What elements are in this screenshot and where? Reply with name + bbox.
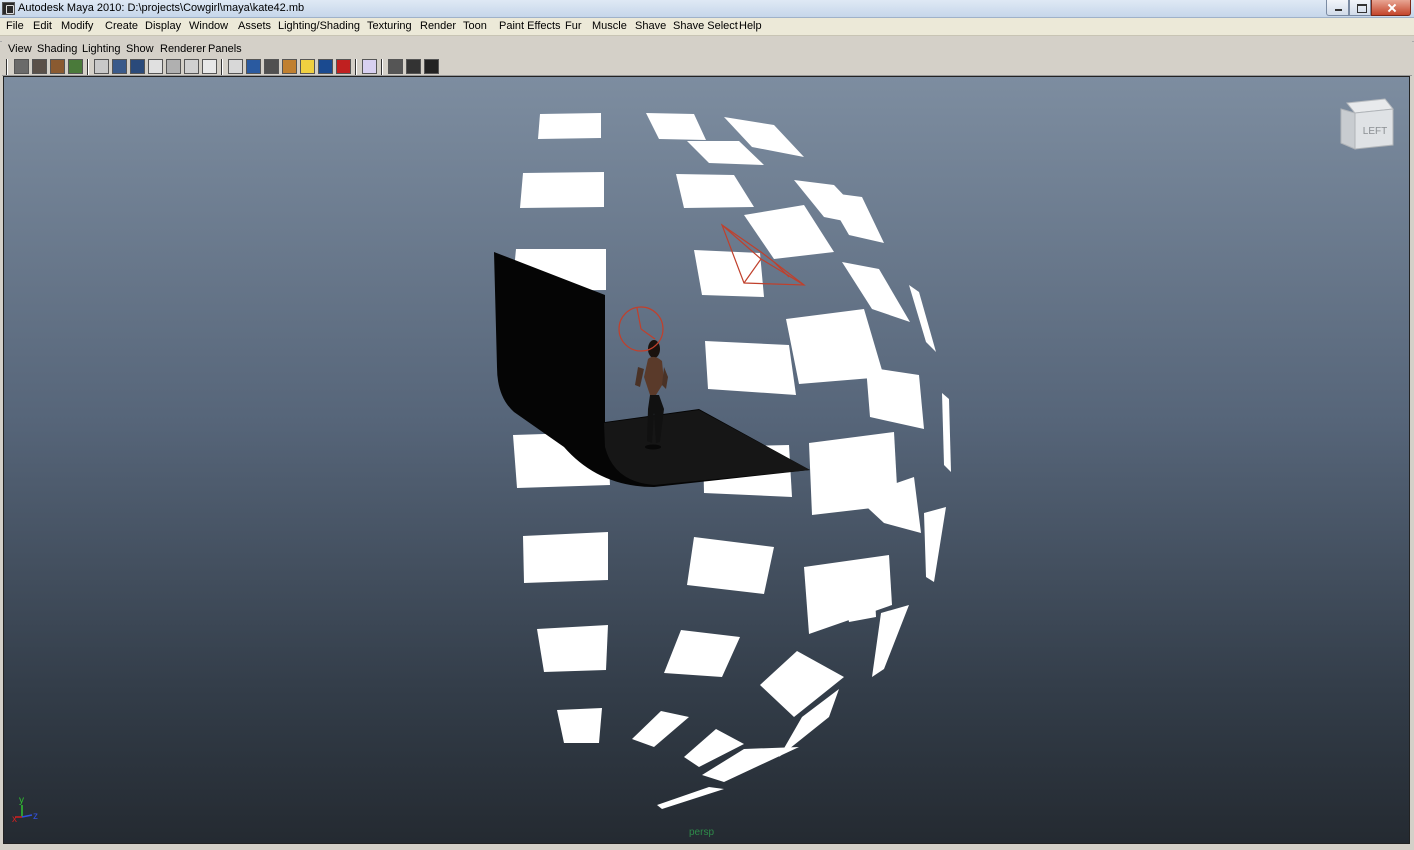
frame-all-icon[interactable] — [388, 59, 403, 74]
toolbar-separator — [6, 59, 8, 75]
menu-lighting-shading[interactable]: Lighting/Shading — [278, 20, 360, 32]
toolbar-separator — [381, 59, 383, 75]
gate-mask-icon[interactable] — [148, 59, 163, 74]
menu-paint-effects[interactable]: Paint Effects — [499, 20, 561, 32]
resolution-gate-icon[interactable] — [130, 59, 145, 74]
bookmark-icon[interactable] — [50, 59, 65, 74]
panel-menu-bar: View Shading Lighting Show Renderer Pane… — [2, 41, 1412, 58]
isolate-select-icon[interactable] — [362, 59, 377, 74]
panel-toolbar — [2, 58, 1412, 76]
safe-title-icon[interactable] — [202, 59, 217, 74]
menu-shave-select[interactable]: Shave Select — [673, 20, 738, 32]
grid-icon[interactable] — [94, 59, 109, 74]
menu-display[interactable]: Display — [145, 20, 181, 32]
camera-name-label: persp — [689, 827, 715, 838]
window-title: Autodesk Maya 2010: D:\projects\Cowgirl\… — [18, 2, 305, 14]
toolbar-separator — [221, 59, 223, 75]
frame-selection-icon[interactable] — [406, 59, 421, 74]
shadows-icon[interactable] — [318, 59, 333, 74]
menu-fur[interactable]: Fur — [565, 20, 582, 32]
view-cube[interactable]: LEFT — [1337, 97, 1397, 152]
panel-menu-renderer[interactable]: Renderer — [160, 43, 206, 55]
menu-help[interactable]: Help — [739, 20, 762, 32]
menu-shave[interactable]: Shave — [635, 20, 666, 32]
panel-menu-panels[interactable]: Panels — [208, 43, 242, 55]
menu-file[interactable]: File — [6, 20, 24, 32]
image-plane-icon[interactable] — [68, 59, 83, 74]
flat-shade-icon[interactable] — [264, 59, 279, 74]
perspective-viewport[interactable]: LEFT y x z persp — [3, 76, 1410, 844]
axis-z-label: z — [33, 811, 38, 822]
title-bar: Autodesk Maya 2010: D:\projects\Cowgirl\… — [0, 0, 1414, 18]
menu-assets[interactable]: Assets — [238, 20, 271, 32]
toolbar-separator — [355, 59, 357, 75]
select-camera-icon[interactable] — [14, 59, 29, 74]
main-menu-bar: File Edit Modify Create Display Window A… — [0, 18, 1414, 36]
menu-modify[interactable]: Modify — [61, 20, 93, 32]
maya-app-icon[interactable] — [2, 2, 15, 15]
scene-geometry — [494, 113, 951, 809]
toolbar-separator — [87, 59, 89, 75]
axis-indicator: y x z — [12, 795, 48, 825]
xray-icon[interactable] — [336, 59, 351, 74]
minimize-button[interactable] — [1326, 0, 1349, 16]
menu-edit[interactable]: Edit — [33, 20, 52, 32]
maximize-button[interactable] — [1349, 0, 1371, 16]
menu-texturing[interactable]: Texturing — [367, 20, 412, 32]
menu-toon[interactable]: Toon — [463, 20, 487, 32]
panel-menu-show[interactable]: Show — [126, 43, 154, 55]
menu-muscle[interactable]: Muscle — [592, 20, 627, 32]
spot-light-manipulator[interactable] — [618, 306, 664, 352]
close-button[interactable] — [1371, 0, 1411, 16]
axis-x-label: x — [12, 814, 17, 823]
menu-create[interactable]: Create — [105, 20, 138, 32]
panel-menu-view[interactable]: View — [8, 43, 32, 55]
bottom-frame — [0, 844, 1414, 850]
viewcube-label[interactable]: LEFT — [1363, 126, 1387, 137]
textured-icon[interactable] — [282, 59, 297, 74]
safe-action-icon[interactable] — [184, 59, 199, 74]
panel-menu-shading[interactable]: Shading — [37, 43, 77, 55]
menu-window[interactable]: Window — [189, 20, 228, 32]
resolution-icon[interactable] — [424, 59, 439, 74]
film-gate-icon[interactable] — [112, 59, 127, 74]
menu-render[interactable]: Render — [420, 20, 456, 32]
smooth-shade-icon[interactable] — [246, 59, 261, 74]
panel-menu-lighting[interactable]: Lighting — [82, 43, 121, 55]
wireframe-icon[interactable] — [228, 59, 243, 74]
axis-y-label: y — [19, 795, 24, 806]
field-chart-icon[interactable] — [166, 59, 181, 74]
use-lights-icon[interactable] — [300, 59, 315, 74]
camera-attributes-icon[interactable] — [32, 59, 47, 74]
